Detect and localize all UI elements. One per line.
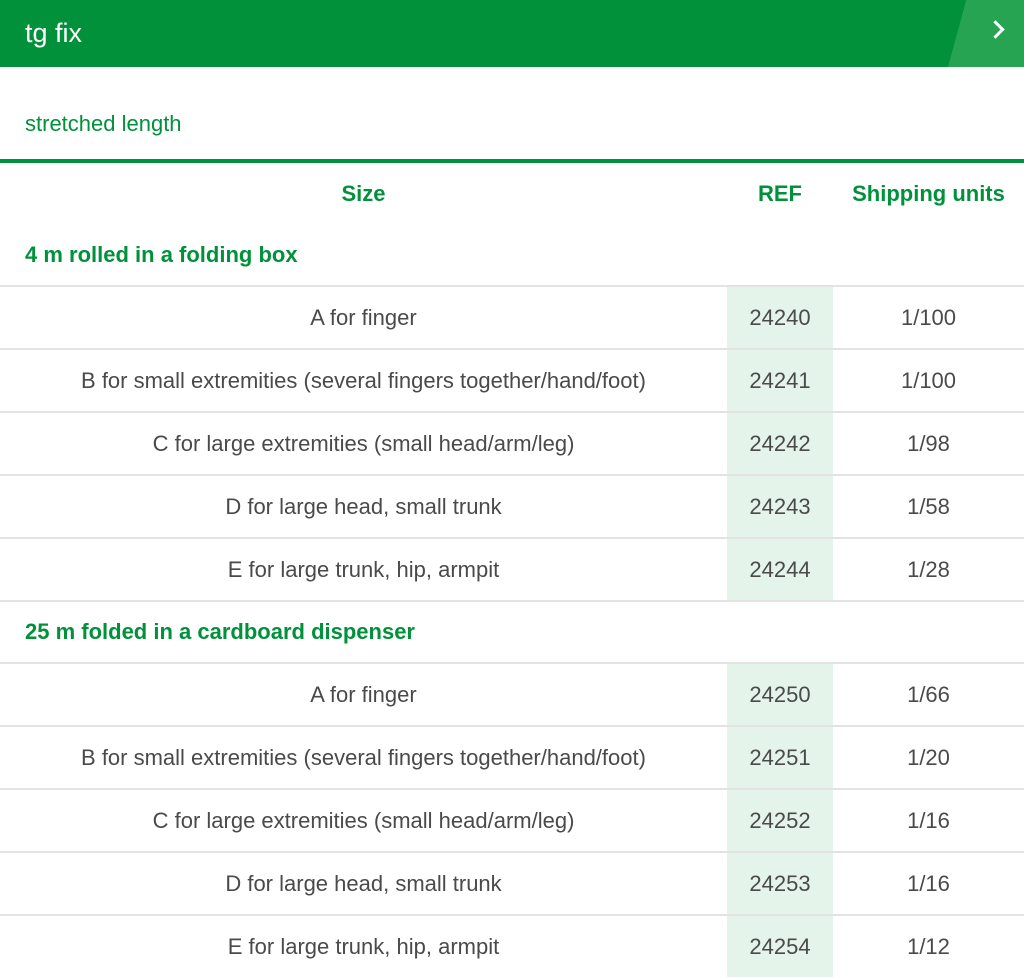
group-header: 25 m folded in a cardboard dispenser: [0, 600, 1024, 663]
table-row: C for large extremities (small head/arm/…: [0, 788, 1024, 852]
size-cell: C for large extremities (small head/arm/…: [0, 788, 727, 852]
units-cell: 1/66: [833, 662, 1024, 726]
size-cell: B for small extremities (several fingers…: [0, 348, 727, 412]
units-cell: 1/100: [833, 285, 1024, 349]
units-cell: 1/98: [833, 411, 1024, 475]
ref-cell: 24241: [727, 348, 833, 412]
ref-cell: 24242: [727, 411, 833, 475]
chevron-right-icon: [986, 20, 1005, 39]
group-title: 25 m folded in a cardboard dispenser: [0, 600, 1024, 663]
group-title: 4 m rolled in a folding box: [25, 242, 298, 267]
table-row: C for large extremities (small head/arm/…: [0, 411, 1024, 475]
product-table: Size REF Shipping units 4 m rolled in a …: [0, 163, 1024, 977]
ref-cell: 24244: [727, 537, 833, 601]
ref-cell: 24254: [727, 914, 833, 977]
size-cell: A for finger: [0, 662, 727, 726]
table-row: D for large head, small trunk 24253 1/16: [0, 851, 1024, 915]
section-subtitle: stretched length: [0, 67, 1024, 163]
table-row: E for large trunk, hip, armpit 24254 1/1…: [0, 914, 1024, 977]
size-cell: E for large trunk, hip, armpit: [0, 914, 727, 977]
column-header-ref: REF: [758, 181, 802, 206]
ref-cell: 24250: [727, 662, 833, 726]
group-header: 4 m rolled in a folding box: [0, 225, 1024, 286]
ref-cell: 24253: [727, 851, 833, 915]
expand-toggle[interactable]: [948, 0, 1024, 67]
ref-cell: 24251: [727, 725, 833, 789]
units-cell: 1/16: [833, 851, 1024, 915]
table-row: B for small extremities (several fingers…: [0, 725, 1024, 789]
table-row: A for finger 24250 1/66: [0, 662, 1024, 726]
units-cell: 1/28: [833, 537, 1024, 601]
size-cell: B for small extremities (several fingers…: [0, 725, 727, 789]
units-cell: 1/16: [833, 788, 1024, 852]
size-cell: D for large head, small trunk: [0, 474, 727, 538]
subtitle-text: stretched length: [25, 111, 182, 136]
column-header-size: Size: [341, 181, 386, 206]
column-header-shipping-units: Shipping units: [852, 181, 1005, 206]
table-header-row: Size REF Shipping units: [0, 163, 1024, 225]
ref-cell: 24252: [727, 788, 833, 852]
size-cell: C for large extremities (small head/arm/…: [0, 411, 727, 475]
table-row: A for finger 24240 1/100: [0, 285, 1024, 349]
size-cell: E for large trunk, hip, armpit: [0, 537, 727, 601]
product-title: tg fix: [25, 18, 83, 48]
table-row: E for large trunk, hip, armpit 24244 1/2…: [0, 537, 1024, 601]
units-cell: 1/100: [833, 348, 1024, 412]
ref-cell: 24243: [727, 474, 833, 538]
units-cell: 1/58: [833, 474, 1024, 538]
size-cell: D for large head, small trunk: [0, 851, 727, 915]
ref-cell: 24240: [727, 285, 833, 349]
table-row: D for large head, small trunk 24243 1/58: [0, 474, 1024, 538]
accordion-header[interactable]: tg fix: [0, 0, 1024, 67]
size-cell: A for finger: [0, 285, 727, 349]
units-cell: 1/12: [833, 914, 1024, 977]
units-cell: 1/20: [833, 725, 1024, 789]
table-row: B for small extremities (several fingers…: [0, 348, 1024, 412]
